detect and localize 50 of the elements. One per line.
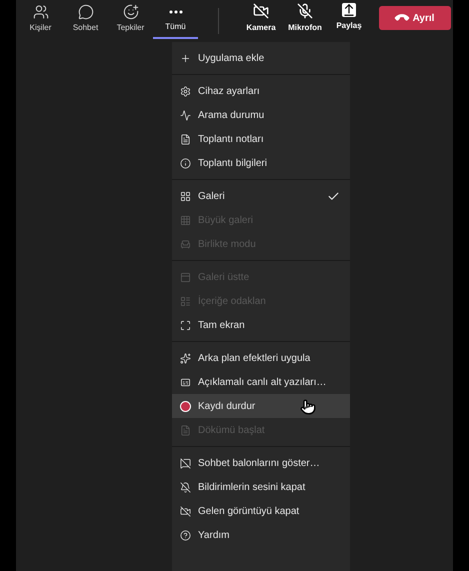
- toolbar-button[interactable]: Sohbet: [63, 3, 108, 39]
- gear-icon: [180, 86, 191, 96]
- menu-item[interactable]: Toplantı bilgileri: [172, 151, 350, 175]
- plus-icon: [180, 52, 191, 64]
- camera-off-icon: [253, 3, 269, 19]
- menu-item[interactable]: Cihaz ayarları: [172, 79, 350, 103]
- chat-icon: [78, 4, 94, 20]
- more-icon: [168, 10, 182, 14]
- menu-item[interactable]: Uygulama ekle: [172, 46, 350, 70]
- menu-item[interactable]: Galeri: [172, 184, 350, 208]
- people-icon: [32, 4, 48, 20]
- fullscreen-icon: [180, 320, 191, 330]
- captions-icon: [180, 376, 191, 388]
- hand-cursor-icon: [300, 399, 316, 415]
- microphone-off-icon: [297, 3, 313, 19]
- transcript-icon: [180, 424, 191, 436]
- device-button[interactable]: Paylaş: [327, 3, 371, 39]
- menu-item[interactable]: Sohbet balonlarını göster…: [172, 451, 350, 475]
- menu-item[interactable]: Bildirimlerin sesini kapat: [172, 475, 350, 499]
- layout-icon: [180, 272, 191, 282]
- menu-item[interactable]: Tam ekran: [172, 313, 350, 337]
- check-icon: [327, 190, 340, 202]
- menu-item[interactable]: Toplantı notları: [172, 127, 350, 151]
- toolbar-button[interactable]: Tepkiler: [108, 3, 153, 39]
- menu-item[interactable]: Gelen görüntüyü kapat: [172, 499, 350, 523]
- leave-button[interactable]: Ayrıl: [379, 6, 451, 30]
- layout-icon: [180, 296, 191, 306]
- seats-icon: [180, 238, 191, 250]
- toolbar-button[interactable]: Kişiler: [18, 3, 63, 39]
- grid-icon: [180, 214, 191, 226]
- menu-item[interactable]: Arka plan efektleri uygula: [172, 346, 350, 370]
- menu-item[interactable]: Yardım: [172, 523, 350, 547]
- bell-off-icon: [180, 482, 191, 492]
- effects-icon: [180, 352, 191, 364]
- device-button[interactable]: Kamera: [239, 3, 283, 39]
- pulse-icon: [180, 110, 191, 120]
- toolbar-button[interactable]: Tümü: [153, 3, 198, 39]
- menu-item[interactable]: Kaydı durdur: [172, 394, 350, 418]
- device-button[interactable]: Mikrofon: [283, 3, 327, 39]
- chat-off-icon: [180, 458, 191, 468]
- smiley-icon: [122, 4, 138, 20]
- record-icon: [180, 400, 191, 412]
- info-icon: [180, 158, 191, 168]
- menu-item[interactable]: Arama durumu: [172, 103, 350, 127]
- share-icon: [342, 3, 356, 17]
- grid-icon: [180, 190, 191, 202]
- help-icon: [180, 530, 191, 540]
- menu-item[interactable]: Açıklamalı canlı alt yazıları…: [172, 370, 350, 394]
- notes-icon: [180, 134, 191, 144]
- video-off-icon: [180, 506, 191, 516]
